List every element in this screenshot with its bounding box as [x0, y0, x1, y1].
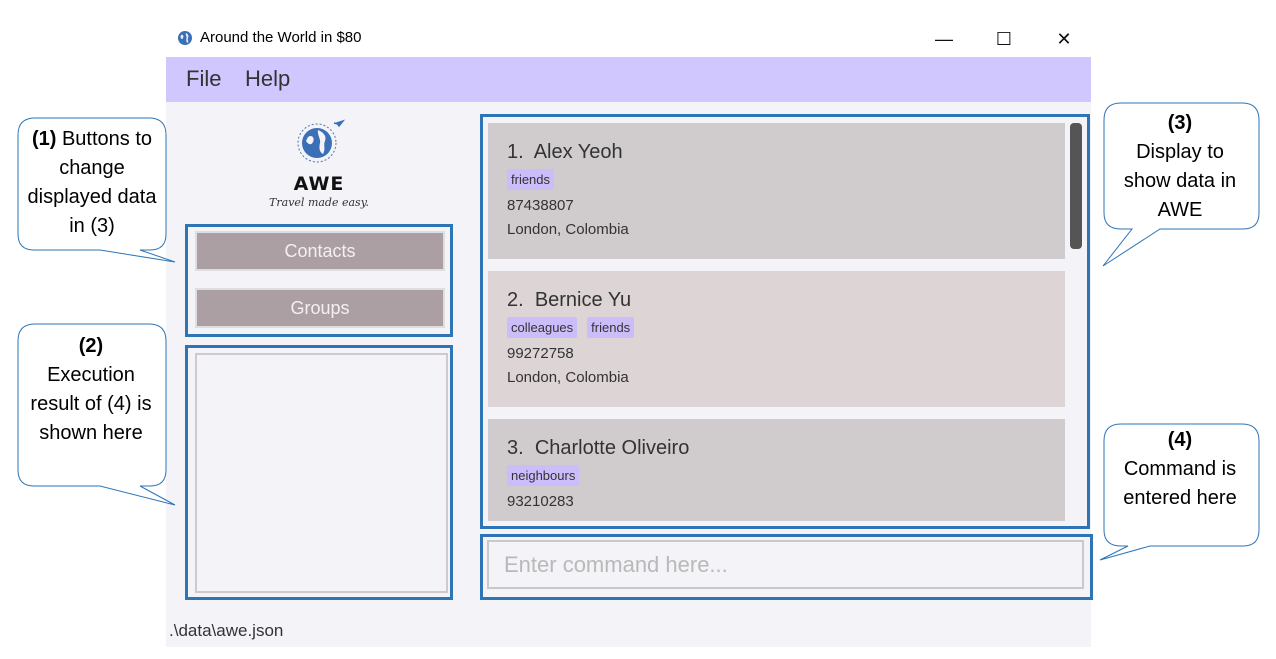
callout-bubbles	[17, 102, 1260, 561]
callout-1: (1) Buttons to change displayed data in …	[27, 128, 157, 237]
callout-2: (2) Execution result of (4) is shown here	[30, 335, 152, 444]
callout-4: (4) Command is entered here	[1123, 429, 1237, 509]
callout-3: (3) Display to show data in AWE	[1123, 112, 1237, 221]
